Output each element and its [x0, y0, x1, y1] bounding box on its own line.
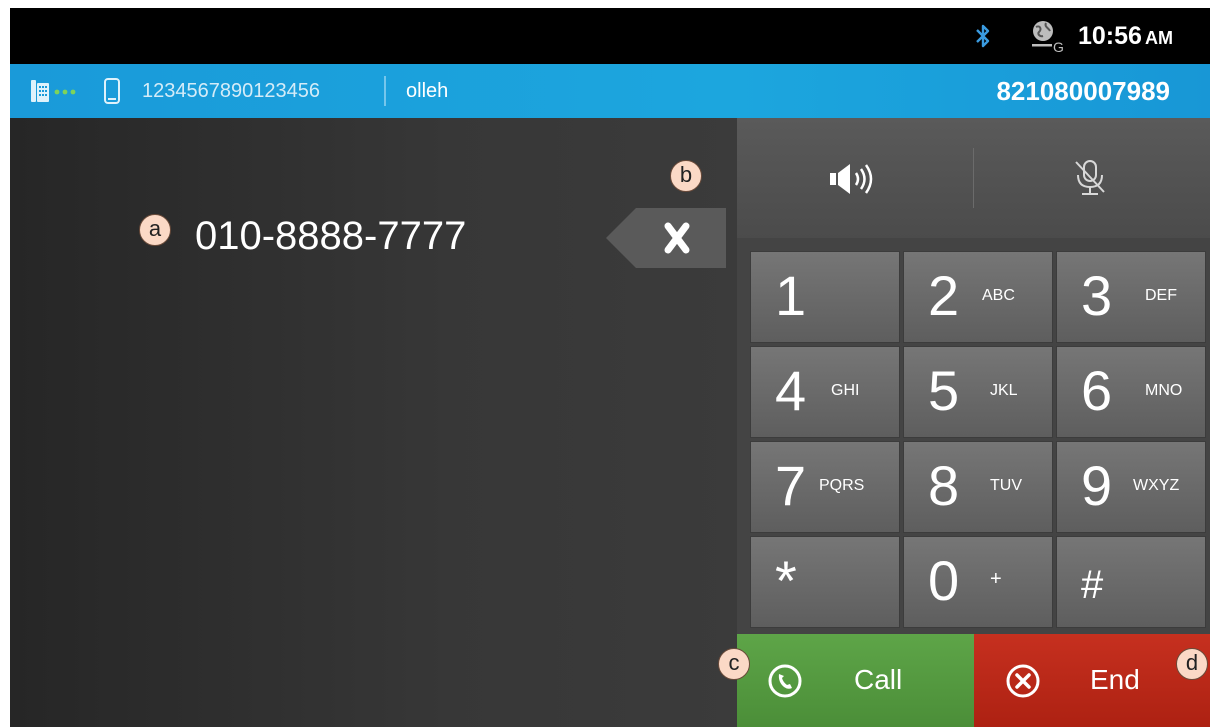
key-digit: 6: [1081, 359, 1113, 422]
mobile-phone-icon: [104, 78, 120, 104]
bluetooth-icon: [976, 24, 990, 48]
callout-c: c: [718, 648, 750, 680]
carrier-name: olleh: [406, 80, 449, 102]
key-digit: 2: [928, 264, 960, 327]
key-4[interactable]: 4 GHI: [750, 346, 900, 438]
key-digit: 0: [928, 549, 960, 612]
end-call-icon: [1006, 664, 1040, 698]
speaker-icon: [830, 164, 873, 194]
key-0[interactable]: 0 +: [903, 536, 1053, 628]
dialer-panel: 1 2 ABC 3 DEF 4 GHI 5 JKL 6 MNO 7 PQRS 8 TUV 9 W…: [737, 118, 1210, 727]
key-letters: PQRS: [819, 477, 865, 494]
key-digit: 5: [928, 359, 960, 422]
call-button[interactable]: Call: [737, 634, 974, 727]
status-bar: G 10:56 AM: [10, 8, 1210, 64]
key-digit: 8: [928, 454, 960, 517]
key-3[interactable]: 3 DEF: [1056, 251, 1206, 343]
carrier-bar: 1234567890123456 olleh 821080007989: [10, 64, 1210, 118]
network-globe-icon: G: [1032, 21, 1064, 53]
clock-ampm: AM: [1144, 28, 1173, 48]
dialed-number: 010-8888-7777: [195, 214, 467, 258]
key-6[interactable]: 6 MNO: [1056, 346, 1206, 438]
mute-button[interactable]: [974, 118, 1210, 238]
key-digit: 4: [775, 359, 807, 422]
key-letters: GHI: [831, 382, 860, 399]
key-8[interactable]: 8 TUV: [903, 441, 1053, 533]
key-digit: 7: [775, 454, 807, 517]
callout-d: d: [1176, 648, 1208, 680]
key-letters: ABC: [982, 287, 1015, 304]
speaker-button[interactable]: [737, 118, 973, 238]
key-letters: JKL: [990, 382, 1018, 399]
clock: 10:56 AM: [1078, 18, 1173, 56]
key-star[interactable]: *: [750, 536, 900, 628]
key-digit: #: [1081, 563, 1104, 607]
call-label: Call: [854, 664, 903, 695]
key-hash[interactable]: #: [1056, 536, 1206, 628]
dial-display-area: 010-8888-7777: [10, 118, 737, 727]
link-dots-icon: [54, 89, 76, 95]
phone-icon: [768, 664, 802, 698]
key-letters: TUV: [990, 477, 1022, 494]
end-label: End: [1090, 664, 1140, 695]
key-digit: 9: [1081, 454, 1113, 517]
own-phone-number: 821080007989: [996, 76, 1170, 106]
divider: [384, 76, 386, 106]
mute-mic-icon: [1075, 160, 1105, 195]
key-2[interactable]: 2 ABC: [903, 251, 1053, 343]
clock-time: 10:56: [1078, 22, 1142, 50]
key-digit: *: [775, 549, 797, 612]
key-digit: 1: [775, 264, 807, 327]
desk-phone-icon: [31, 80, 49, 102]
audio-controls: [737, 118, 1210, 240]
svg-text:G: G: [1053, 39, 1064, 53]
key-1[interactable]: 1: [750, 251, 900, 343]
key-letters: MNO: [1145, 382, 1183, 399]
keypad: 1 2 ABC 3 DEF 4 GHI 5 JKL 6 MNO 7 PQRS 8 TUV 9 W…: [737, 238, 1210, 634]
phone-screen: G 10:56 AM 1234567890123456 olleh 8210800…: [10, 8, 1210, 727]
key-digit: 3: [1081, 264, 1113, 327]
callout-b: b: [670, 160, 702, 192]
key-letters: DEF: [1145, 287, 1177, 304]
device-id: 1234567890123456: [142, 80, 320, 102]
key-5[interactable]: 5 JKL: [903, 346, 1053, 438]
callout-a: a: [139, 214, 171, 246]
backspace-button[interactable]: [606, 208, 726, 268]
key-7[interactable]: 7 PQRS: [750, 441, 900, 533]
key-letters: +: [990, 568, 1002, 590]
key-9[interactable]: 9 WXYZ: [1056, 441, 1206, 533]
key-letters: WXYZ: [1133, 477, 1180, 494]
end-button[interactable]: End: [974, 634, 1210, 727]
